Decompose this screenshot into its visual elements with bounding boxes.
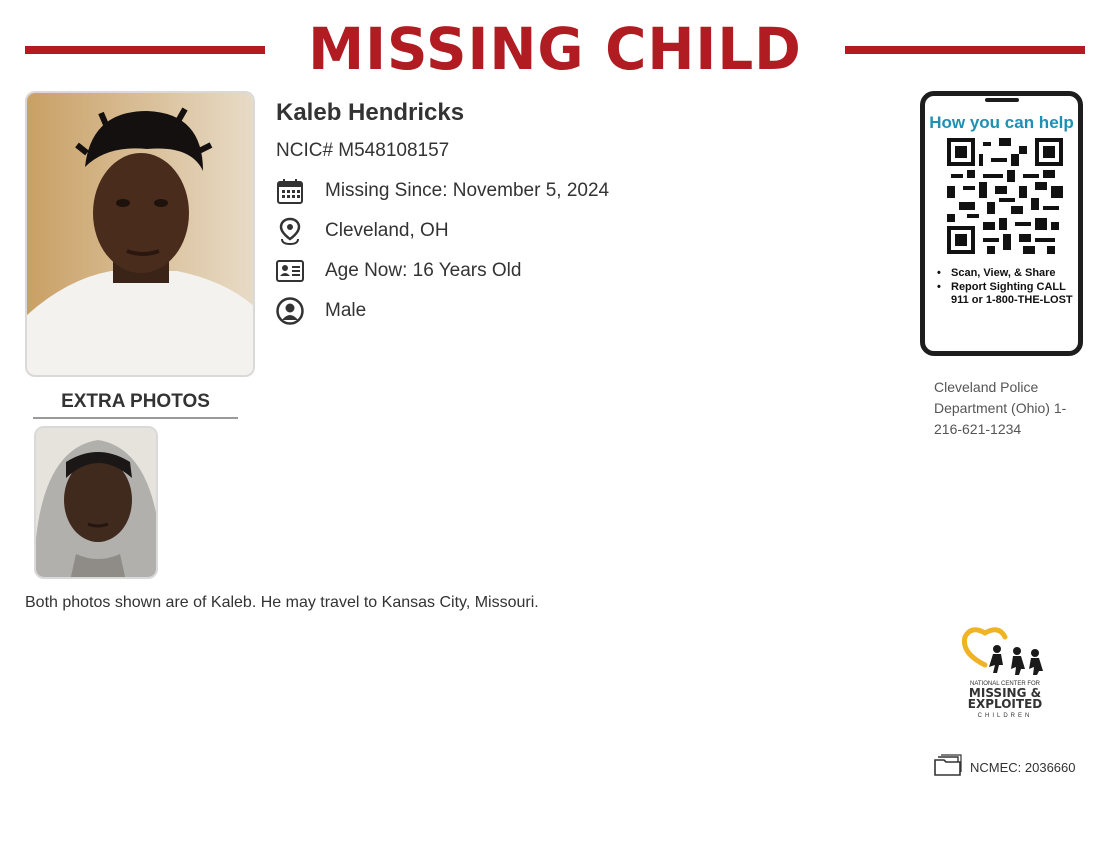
help-card-title: How you can help xyxy=(929,113,1074,132)
header-rule-right xyxy=(845,46,1085,54)
sex-row: Male xyxy=(276,296,366,326)
help-bullet-share: Scan, View, & Share xyxy=(935,267,1075,280)
police-contact: Cleveland Police Department (Ohio) 1-216… xyxy=(934,379,1067,437)
ncmec-logo: NATIONAL CENTER FOR MISSING & EXPLOITED … xyxy=(961,627,1043,719)
calendar-icon xyxy=(276,177,304,205)
age-row: Age Now: 16 Years Old xyxy=(276,256,521,286)
sex: Male xyxy=(325,300,367,321)
qr-code[interactable] xyxy=(947,138,1063,254)
main-photo xyxy=(25,91,255,377)
extra-photos-label: EXTRA PHOTOS xyxy=(33,391,238,419)
location-pin-icon xyxy=(276,217,304,245)
page-title: MISSING CHILD xyxy=(308,15,802,83)
extra-photo xyxy=(34,426,158,579)
child-name: Kaleb Hendricks xyxy=(276,99,465,126)
photo-note: Both photos shown are of Kaleb. He may t… xyxy=(25,594,539,611)
missing-since-row: Missing Since: November 5, 2024 xyxy=(276,176,609,206)
help-card: How you can help Scan, View, & Share Rep… xyxy=(920,91,1083,356)
phone-notch xyxy=(985,98,1019,102)
help-card-list: Scan, View, & Share Report Sighting CALL… xyxy=(935,267,1075,308)
location-row: Cleveland, OH xyxy=(276,216,449,246)
ncmec-case: NCMEC: 2036660 xyxy=(934,754,1076,781)
id-card-icon xyxy=(276,257,304,285)
missing-since: Missing Since: November 5, 2024 xyxy=(325,180,610,201)
logo-line4: CHILDREN xyxy=(978,713,1033,719)
age-now: Age Now: 16 Years Old xyxy=(325,260,522,281)
ncmec-case-number: NCMEC: 2036660 xyxy=(970,760,1076,775)
location: Cleveland, OH xyxy=(325,220,449,241)
header-rule-left xyxy=(25,46,265,54)
logo-line3: EXPLOITED xyxy=(968,697,1043,711)
help-bullet-report: Report Sighting CALL 911 or 1-800-THE-LO… xyxy=(935,281,1075,307)
folder-icon xyxy=(934,754,962,781)
ncic-number: NCIC# M548108157 xyxy=(276,140,450,161)
person-icon xyxy=(276,297,304,325)
